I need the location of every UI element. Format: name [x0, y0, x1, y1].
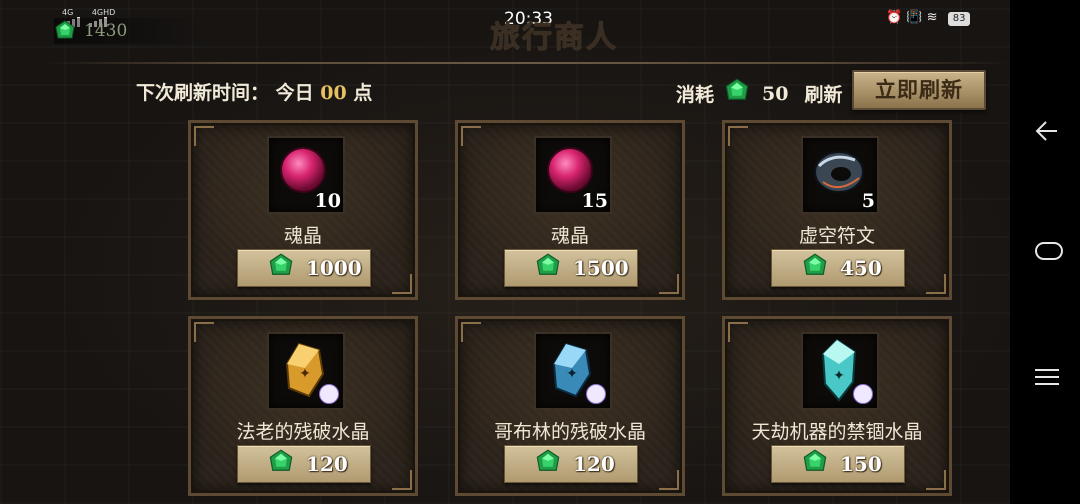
- item-name: 虚空符文: [798, 225, 875, 247]
- next-refresh-time: 下次刷新时间： 今日 00 点: [136, 78, 372, 105]
- item-slot: ✦: [801, 332, 879, 410]
- svg-text:✦: ✦: [566, 366, 578, 382]
- emerald-gem-icon: [535, 253, 561, 283]
- alarm-icon: ⏰: [886, 10, 903, 25]
- item-name: 法老的残破水晶: [236, 421, 370, 443]
- system-icons: ⏰ 📳 ≋ 83: [886, 10, 971, 26]
- item-slot: 5: [801, 136, 879, 214]
- home-button[interactable]: [1034, 240, 1064, 266]
- system-navigation-bar: [1010, 0, 1080, 504]
- shop-item-card[interactable]: ✦ 天劫机器的禁锢水晶 150: [722, 316, 952, 496]
- rarity-badge-icon: [853, 384, 873, 404]
- refresh-unit: 点: [353, 82, 373, 104]
- item-name: 天劫机器的禁锢水晶: [751, 421, 923, 443]
- item-price: 120: [573, 452, 615, 476]
- buy-button[interactable]: 150: [771, 445, 905, 483]
- cost-amount: 50: [762, 82, 789, 105]
- home-icon: [1035, 242, 1063, 260]
- item-slot: ✦: [267, 332, 345, 410]
- emerald-gem-icon: [802, 449, 828, 479]
- buy-button[interactable]: 120: [504, 445, 638, 483]
- shop-item-card[interactable]: ✦ 法老的残破水晶 120: [188, 316, 418, 496]
- item-name: 哥布林的残破水晶: [493, 421, 646, 443]
- network-label-2: 4GHD: [91, 8, 116, 17]
- page-title: 旅行商人: [490, 20, 618, 55]
- shop-item-card[interactable]: ✦ 哥布林的残破水晶 120: [455, 316, 685, 496]
- cost-label: 消耗: [676, 84, 715, 106]
- item-price: 450: [840, 256, 882, 280]
- emerald-gem-icon: [535, 449, 561, 479]
- item-price: 120: [306, 452, 348, 476]
- item-slot: 15: [534, 136, 612, 214]
- buy-button[interactable]: 450: [771, 249, 905, 287]
- rarity-badge-icon: [586, 384, 606, 404]
- menu-icon: [1035, 369, 1059, 385]
- menu-button[interactable]: [1034, 366, 1060, 392]
- refresh-cost: 消耗 50 刷新: [676, 78, 842, 109]
- refresh-hour: 00: [320, 82, 347, 104]
- item-price: 1000: [306, 256, 362, 280]
- header-divider: [44, 62, 1010, 64]
- emerald-gem-icon: [724, 78, 750, 109]
- item-slot: 10: [267, 136, 345, 214]
- svg-text:✦: ✦: [299, 366, 311, 382]
- item-quantity: 15: [581, 190, 608, 212]
- gem-count: 1430: [84, 21, 128, 41]
- buy-button[interactable]: 1500: [504, 249, 638, 287]
- item-price: 1500: [573, 256, 629, 280]
- shop-item-card[interactable]: 5 虚空符文 450: [722, 120, 952, 300]
- shop-item-card[interactable]: 15 魂晶 1500: [455, 120, 685, 300]
- game-background: 4G 4GHD 20:33 ⏰ 📳 ≋ 83 1430 旅行商人 下次刷新时间：…: [0, 0, 1080, 504]
- item-quantity: 10: [314, 190, 341, 212]
- back-arrow-icon: [1035, 121, 1057, 141]
- buy-button[interactable]: 1000: [237, 249, 371, 287]
- item-quantity: 5: [861, 190, 875, 212]
- battery-icon: 83: [947, 12, 971, 26]
- gem-currency: 1430: [54, 18, 204, 44]
- emerald-gem-icon: [268, 253, 294, 283]
- network-label-1: 4G: [62, 8, 74, 17]
- emerald-gem-icon: [55, 20, 75, 39]
- refresh-today: 今日: [275, 82, 314, 104]
- rarity-badge-icon: [319, 384, 339, 404]
- item-price: 150: [840, 452, 882, 476]
- buy-button[interactable]: 120: [237, 445, 371, 483]
- wifi-icon: ≋: [926, 10, 938, 25]
- emerald-gem-icon: [268, 449, 294, 479]
- item-name: 魂晶: [283, 225, 322, 247]
- svg-text:✦: ✦: [833, 368, 845, 384]
- back-button[interactable]: [1034, 118, 1060, 148]
- vibrate-icon: 📳: [906, 10, 923, 25]
- refresh-now-button[interactable]: 立即刷新: [852, 70, 986, 110]
- item-name: 魂晶: [550, 225, 589, 247]
- cost-suffix: 刷新: [804, 84, 843, 106]
- item-slot: ✦: [534, 332, 612, 410]
- refresh-label: 下次刷新时间：: [136, 82, 270, 104]
- shop-item-card[interactable]: 10 魂晶 1000: [188, 120, 418, 300]
- emerald-gem-icon: [802, 253, 828, 283]
